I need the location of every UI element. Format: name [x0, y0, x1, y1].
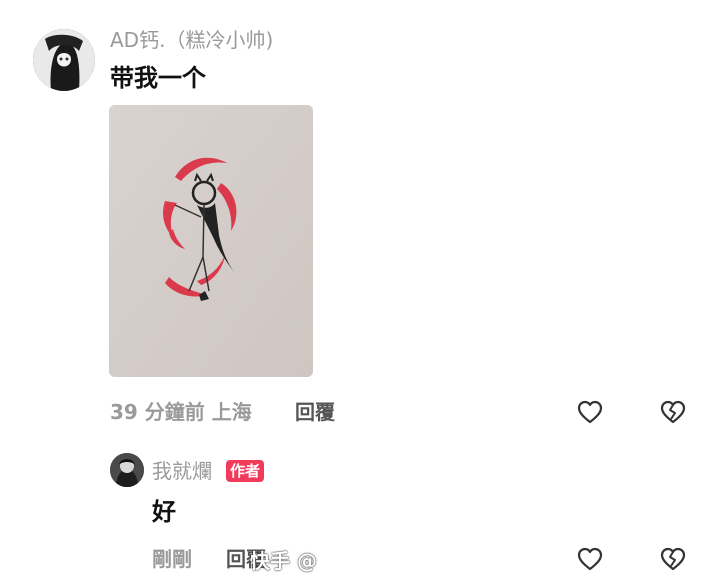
- reply-time: 剛剛: [152, 547, 192, 571]
- broken-heart-icon[interactable]: [659, 398, 687, 426]
- reply-button[interactable]: 回覆: [295, 400, 335, 424]
- replier-avatar[interactable]: [110, 453, 144, 487]
- drawing-image: [109, 105, 313, 377]
- heart-icon[interactable]: [576, 398, 604, 426]
- author-badge: 作者: [226, 460, 265, 482]
- heart-icon[interactable]: [576, 545, 604, 573]
- avatar-image: [33, 29, 95, 91]
- replier-username[interactable]: 我就爛: [152, 459, 212, 483]
- broken-heart-icon[interactable]: [659, 545, 687, 573]
- reply-text: 好: [152, 498, 176, 526]
- comment-image[interactable]: [109, 105, 313, 377]
- commenter-username[interactable]: AD钙.（糕冷小帅): [110, 28, 273, 52]
- commenter-avatar[interactable]: [33, 29, 95, 91]
- avatar-image: [110, 453, 144, 487]
- comment-text: 带我一个: [110, 64, 206, 92]
- watermark: 快手 @: [250, 549, 317, 573]
- comment-time-location: 39 分鐘前 上海: [110, 400, 252, 424]
